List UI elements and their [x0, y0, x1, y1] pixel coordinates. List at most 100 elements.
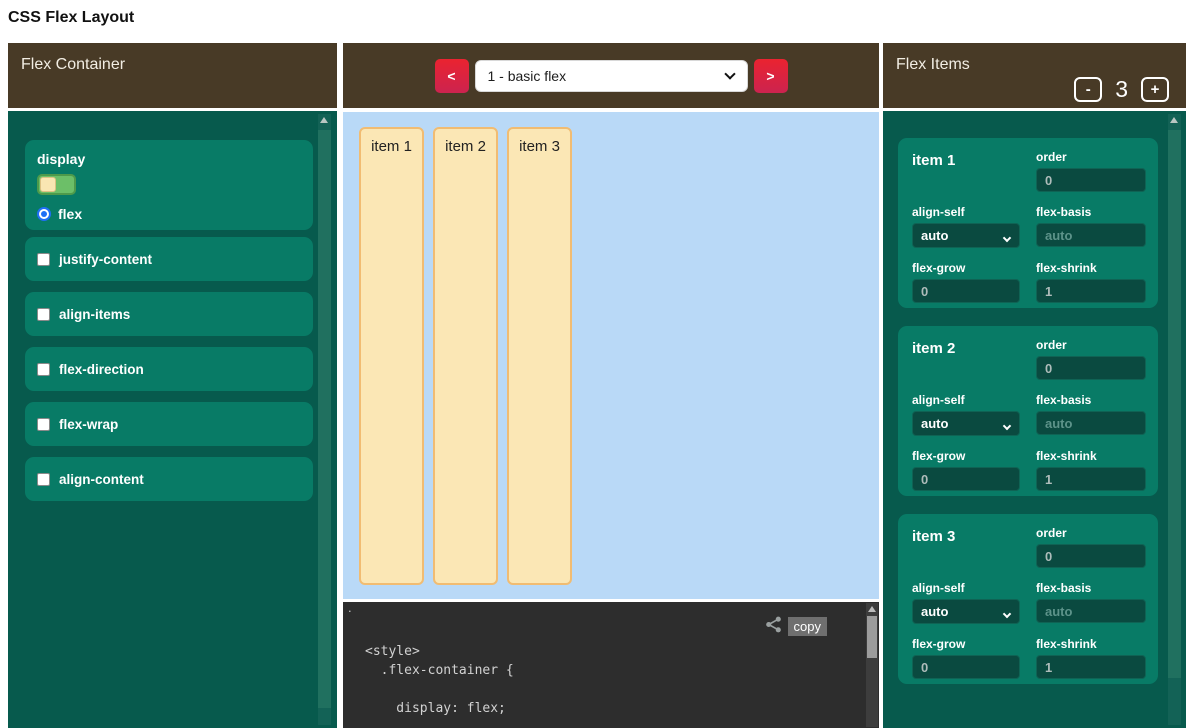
align-content-label: align-content	[59, 472, 144, 487]
item-2-flex-shrink-field: flex-shrink	[1036, 449, 1146, 491]
display-toggle[interactable]	[37, 174, 76, 195]
item-3-flex-basis-field: flex-basis	[1036, 581, 1146, 624]
share-icon[interactable]	[765, 616, 782, 638]
flex-grow-label: flex-grow	[912, 637, 1020, 651]
flex-direction-card: flex-direction	[25, 347, 313, 391]
align-content-checkbox[interactable]	[37, 473, 50, 486]
flex-items-panel-header: Flex Items - 3 +	[883, 43, 1186, 108]
item-2-flex-grow-input[interactable]	[912, 467, 1020, 491]
item-2-align-self-select[interactable]: auto	[912, 411, 1020, 436]
item-3-flex-shrink-input[interactable]	[1036, 655, 1146, 679]
item-3-flex-shrink-field: flex-shrink	[1036, 637, 1146, 679]
left-panel-scrollbar-thumb[interactable]	[318, 130, 331, 708]
align-self-label: align-self	[912, 205, 1020, 219]
item-2-flex-basis-input[interactable]	[1036, 411, 1146, 435]
item-3-card: item 3 order align-self auto flex-basis …	[898, 514, 1158, 684]
item-3-title: item 3	[912, 528, 1020, 568]
item-2-flex-grow-field: flex-grow	[912, 449, 1020, 491]
right-panel-scrollbar-thumb[interactable]	[1168, 130, 1181, 678]
flex-radio-dot	[41, 211, 47, 217]
item-3-flex-grow-input[interactable]	[912, 655, 1020, 679]
flex-container-panel-header: Flex Container	[8, 43, 337, 108]
flex-direction-checkbox[interactable]	[37, 363, 50, 376]
item-2-title: item 2	[912, 340, 1020, 380]
item-1-order-input[interactable]	[1036, 168, 1146, 192]
flex-wrap-card: flex-wrap	[25, 402, 313, 446]
order-label: order	[1036, 526, 1146, 540]
align-items-card: align-items	[25, 292, 313, 336]
right-panel-scrollbar[interactable]	[1168, 114, 1181, 725]
page-title: CSS Flex Layout	[8, 9, 134, 27]
display-label: display	[37, 151, 301, 167]
item-2-order-input[interactable]	[1036, 356, 1146, 380]
code-corner-dot: .	[348, 600, 352, 615]
flex-wrap-label: flex-wrap	[59, 417, 118, 432]
item-1-title: item 1	[912, 152, 1020, 192]
align-content-card: align-content	[25, 457, 313, 501]
flex-basis-label: flex-basis	[1036, 393, 1146, 407]
next-preset-button[interactable]: >	[754, 59, 788, 93]
item-1-flex-grow-input[interactable]	[912, 279, 1020, 303]
item-3-align-self-field: align-self auto	[912, 581, 1020, 624]
code-scrollbar[interactable]	[866, 603, 878, 727]
code-panel: . copy <style> .flex-container { display…	[343, 602, 879, 728]
flex-grow-label: flex-grow	[912, 449, 1020, 463]
flex-items-panel-title: Flex Items	[896, 56, 970, 74]
preset-select[interactable]: 1 - basic flex	[475, 60, 748, 92]
item-1-order-field: order	[1036, 150, 1146, 192]
flex-container-stage: item 1 item 2 item 3	[343, 112, 879, 599]
align-self-label: align-self	[912, 581, 1020, 595]
display-property-card: display flex	[25, 140, 313, 230]
flex-direction-label: flex-direction	[59, 362, 144, 377]
stage-flex-item-3: item 3	[507, 127, 572, 585]
item-1-flex-shrink-input[interactable]	[1036, 279, 1146, 303]
align-items-checkbox[interactable]	[37, 308, 50, 321]
stage-flex-item-2: item 2	[433, 127, 498, 585]
code-scrollbar-thumb[interactable]	[867, 616, 877, 658]
justify-content-card: justify-content	[25, 237, 313, 281]
code-line	[365, 680, 514, 699]
flex-radio[interactable]	[37, 207, 51, 221]
item-1-flex-grow-field: flex-grow	[912, 261, 1020, 303]
remove-item-button[interactable]: -	[1074, 77, 1102, 102]
item-2-flex-shrink-input[interactable]	[1036, 467, 1146, 491]
item-3-align-self-select[interactable]: auto	[912, 599, 1020, 624]
item-count: 3	[1115, 76, 1128, 103]
flex-basis-label: flex-basis	[1036, 581, 1146, 595]
flex-container-panel-title: Flex Container	[21, 56, 125, 74]
item-3-order-input[interactable]	[1036, 544, 1146, 568]
order-label: order	[1036, 150, 1146, 164]
code-scroll-up-arrow-icon[interactable]	[868, 606, 876, 612]
order-label: order	[1036, 338, 1146, 352]
code-line: display: flex;	[365, 699, 514, 718]
flex-radio-label: flex	[58, 206, 82, 222]
item-1-flex-basis-input[interactable]	[1036, 223, 1146, 247]
left-panel-scrollbar[interactable]	[318, 114, 331, 725]
item-1-align-self-field: align-self auto	[912, 205, 1020, 248]
code-line: <style>	[365, 642, 514, 661]
item-1-flex-shrink-field: flex-shrink	[1036, 261, 1146, 303]
flex-items-panel-body: item 1 order align-self auto flex-basis …	[883, 111, 1186, 728]
stage-flex-item-1: item 1	[359, 127, 424, 585]
flex-wrap-checkbox[interactable]	[37, 418, 50, 431]
display-toggle-knob[interactable]	[40, 177, 56, 192]
item-3-flex-basis-input[interactable]	[1036, 599, 1146, 623]
code-line: .flex-container {	[365, 661, 514, 680]
code-block: <style> .flex-container { display: flex;	[365, 642, 514, 718]
flex-basis-label: flex-basis	[1036, 205, 1146, 219]
align-items-label: align-items	[59, 307, 130, 322]
copy-code-button[interactable]: copy	[788, 617, 827, 636]
scroll-up-arrow-icon[interactable]	[320, 117, 328, 123]
prev-preset-button[interactable]: <	[435, 59, 469, 93]
item-2-align-self-field: align-self auto	[912, 393, 1020, 436]
add-item-button[interactable]: +	[1141, 77, 1169, 102]
item-3-flex-grow-field: flex-grow	[912, 637, 1020, 679]
item-1-flex-basis-field: flex-basis	[1036, 205, 1146, 248]
item-1-align-self-select[interactable]: auto	[912, 223, 1020, 248]
item-2-card: item 2 order align-self auto flex-basis …	[898, 326, 1158, 496]
justify-content-checkbox[interactable]	[37, 253, 50, 266]
item-2-order-field: order	[1036, 338, 1146, 380]
justify-content-label: justify-content	[59, 252, 152, 267]
flex-shrink-label: flex-shrink	[1036, 637, 1146, 651]
scroll-up-arrow-icon[interactable]	[1170, 117, 1178, 123]
